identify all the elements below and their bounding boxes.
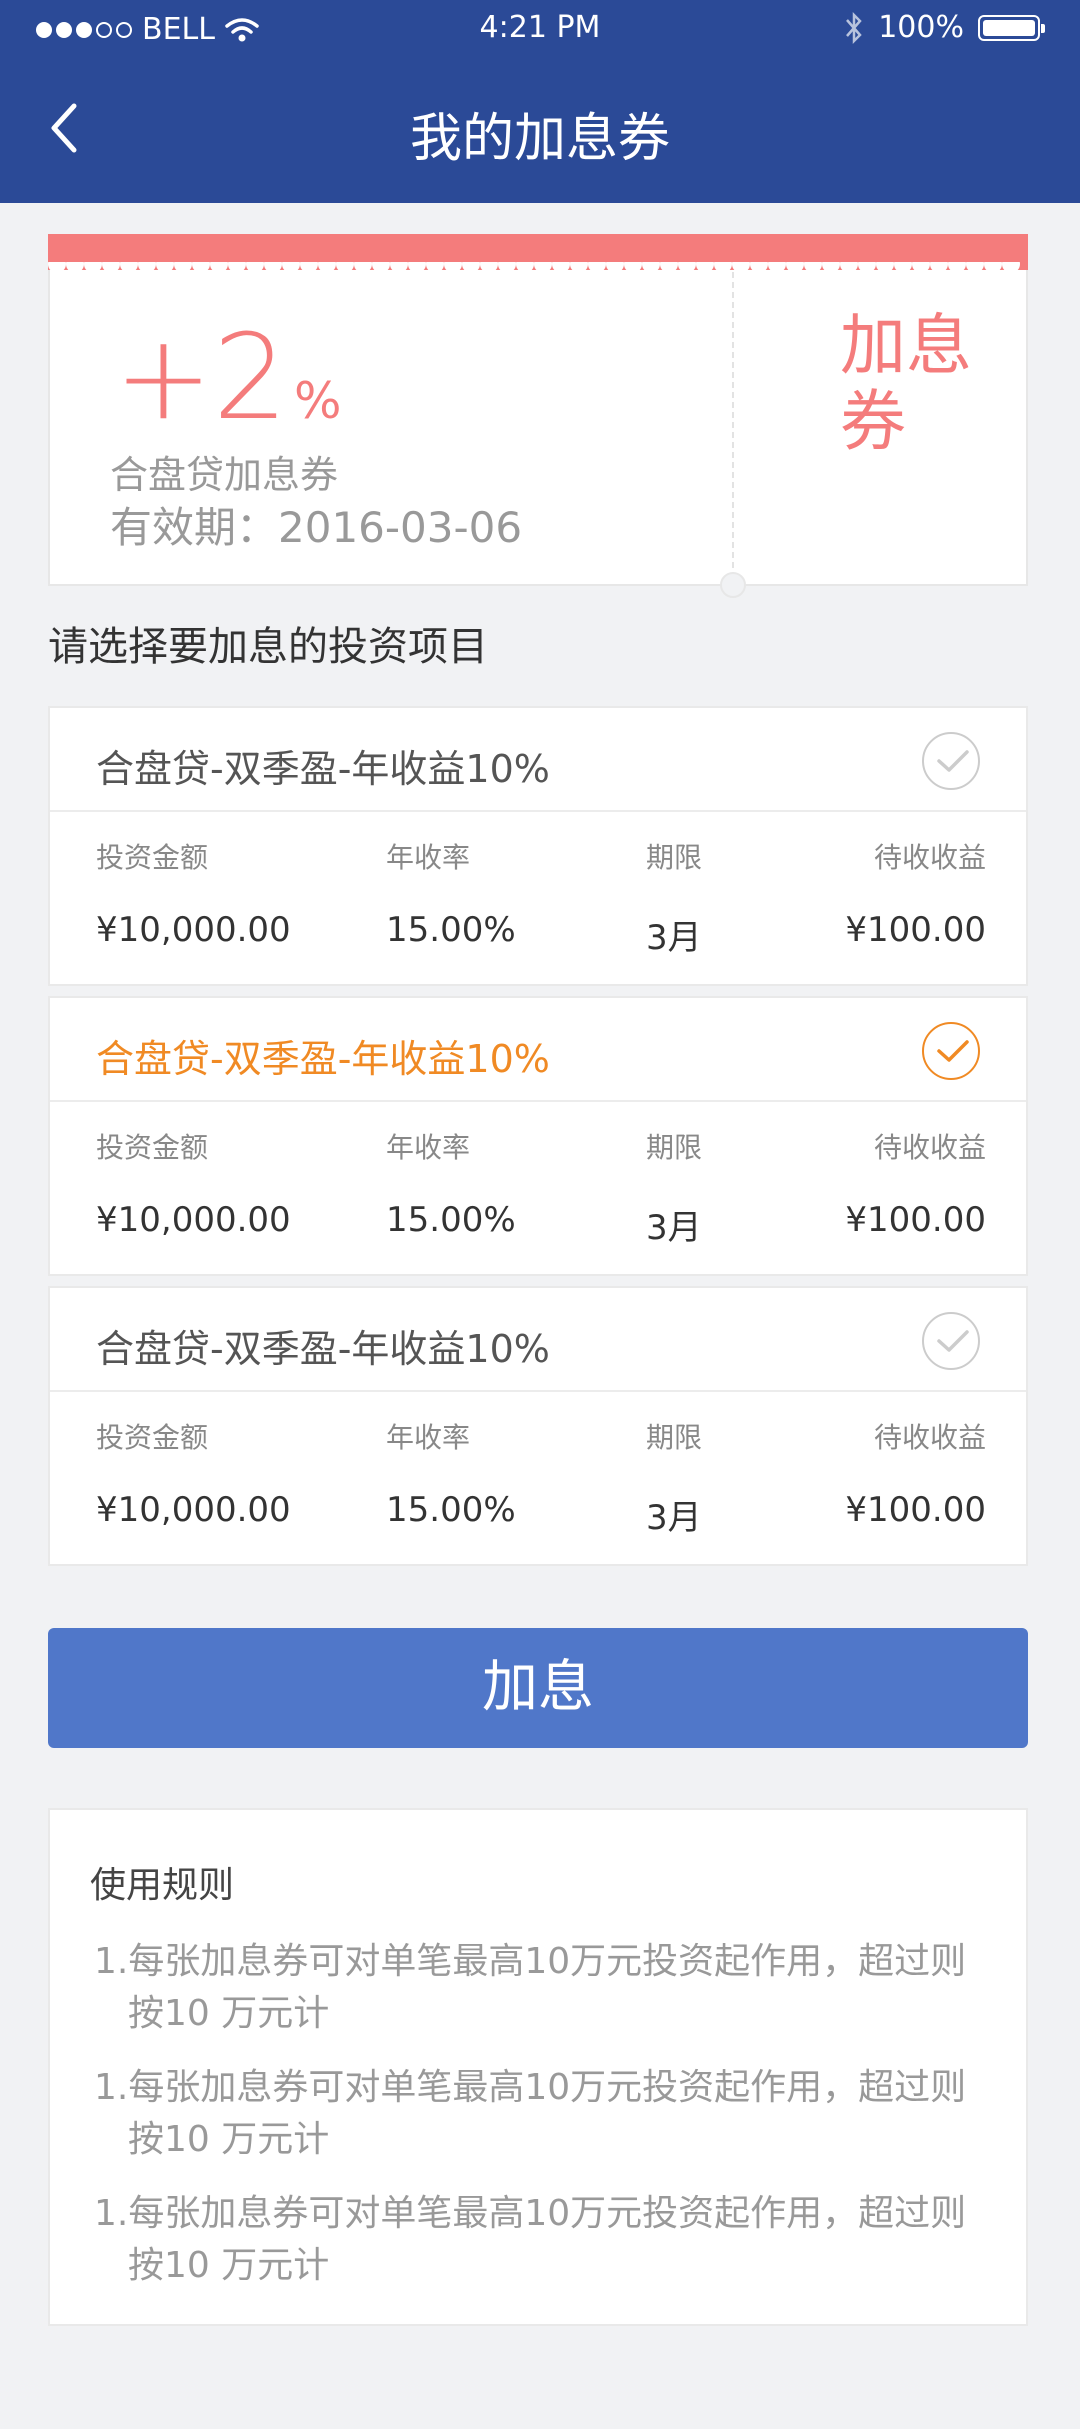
- battery-icon: [978, 14, 1045, 41]
- rate-label: 年收率: [386, 1421, 471, 1454]
- project-card-header[interactable]: 合盘贷-双季盈-年收益10%: [50, 998, 1026, 1102]
- amount-label: 投资金额: [96, 1131, 209, 1164]
- rule-item: 1.每张加息券可对单笔最高10万元投资起作用，超过则按10 万元计: [94, 1941, 967, 2034]
- add-interest-button[interactable]: 加息: [48, 1628, 1028, 1748]
- coupon-notch: [720, 572, 746, 598]
- coupon-type-label: 加息券: [840, 307, 972, 460]
- project-card-header[interactable]: 合盘贷-双季盈-年收益10%: [50, 708, 1026, 812]
- amount-value: ¥10,000.00: [96, 910, 291, 950]
- check-circle-icon[interactable]: [922, 732, 980, 790]
- rules-title: 使用规则: [90, 1865, 235, 1906]
- project-name: 合盘贷-双季盈-年收益10%: [96, 747, 550, 791]
- rate-label: 年收率: [386, 841, 471, 874]
- coupon-divider: [732, 272, 734, 588]
- pending-value: ¥100.00: [845, 1490, 986, 1530]
- section-title: 请选择要加息的投资项目: [48, 624, 488, 670]
- usage-rules-panel: 使用规则 1.每张加息券可对单笔最高10万元投资起作用，超过则按10 万元计 1…: [48, 1808, 1028, 2326]
- pending-value: ¥100.00: [845, 910, 986, 950]
- check-circle-icon[interactable]: [922, 1022, 980, 1080]
- term-label: 期限: [646, 1131, 703, 1164]
- project-name: 合盘贷-双季盈-年收益10%: [96, 1037, 550, 1081]
- rate-label: 年收率: [386, 1131, 471, 1164]
- project-card[interactable]: 合盘贷-双季盈-年收益10% 投资金额 ¥10,000.00 年收率 15.00% …: [48, 706, 1028, 986]
- term-value: 3月: [646, 918, 702, 958]
- app-header: BELL 4:21 PM 100% 我的加息券: [0, 0, 1080, 203]
- term-label: 期限: [646, 1421, 703, 1454]
- project-name: 合盘贷-双季盈-年收益10%: [96, 1327, 550, 1371]
- page-title: 我的加息券: [409, 109, 670, 169]
- coupon-rate-value: +2: [114, 308, 288, 446]
- project-card-header[interactable]: 合盘贷-双季盈-年收益10%: [50, 1288, 1026, 1392]
- battery-percent: 100%: [878, 10, 964, 45]
- amount-label: 投资金额: [96, 841, 209, 874]
- rule-item: 1.每张加息券可对单笔最高10万元投资起作用，超过则按10 万元计: [94, 2193, 967, 2286]
- amount-label: 投资金额: [96, 1421, 209, 1454]
- interest-coupon-card: +2 % 合盘贷加息券 有效期：2016-03-06 加息券: [48, 234, 1028, 598]
- project-card-selected[interactable]: 合盘贷-双季盈-年收益10% 投资金额 ¥10,000.00 年收率 15.00% …: [48, 996, 1028, 1276]
- project-card[interactable]: 合盘贷-双季盈-年收益10% 投资金额 ¥10,000.00 年收率 15.00% …: [48, 1286, 1028, 1566]
- coupon-validity: 有效期：2016-03-06: [110, 503, 523, 552]
- term-label: 期限: [646, 841, 703, 874]
- rate-value: 15.00%: [386, 910, 516, 950]
- coupon-rate-unit: %: [293, 372, 342, 430]
- amount-value: ¥10,000.00: [96, 1200, 291, 1240]
- term-value: 3月: [646, 1498, 702, 1538]
- pending-label: 待收收益: [873, 841, 986, 874]
- coupon-rate: +2 %: [114, 318, 341, 436]
- pending-value: ¥100.00: [845, 1200, 986, 1240]
- amount-value: ¥10,000.00: [96, 1490, 291, 1530]
- check-circle-icon[interactable]: [922, 1312, 980, 1370]
- status-bar: BELL 4:21 PM 100%: [0, 0, 1080, 56]
- rate-value: 15.00%: [386, 1490, 516, 1530]
- term-value: 3月: [646, 1208, 702, 1248]
- bluetooth-icon: [846, 11, 862, 44]
- rule-item: 1.每张加息券可对单笔最高10万元投资起作用，超过则按10 万元计: [94, 2067, 967, 2160]
- coupon-name: 合盘贷加息券: [110, 453, 339, 497]
- pending-label: 待收收益: [873, 1421, 986, 1454]
- rate-value: 15.00%: [386, 1200, 516, 1240]
- coupon-scallop-edge: [48, 262, 1020, 273]
- pending-label: 待收收益: [873, 1131, 986, 1164]
